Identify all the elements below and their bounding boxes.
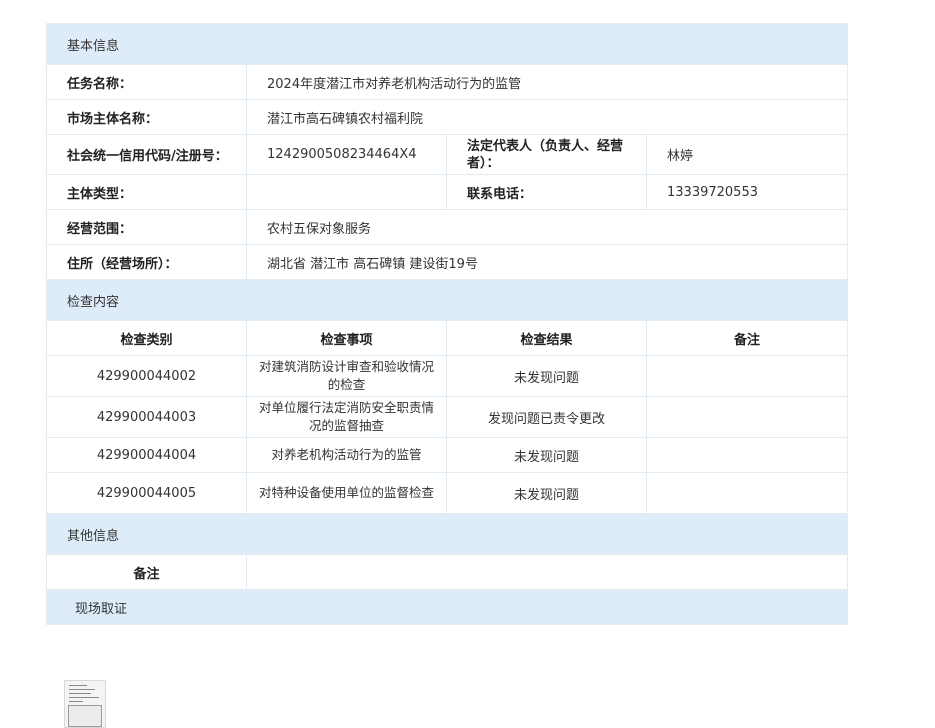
row-note xyxy=(645,437,849,473)
row-note xyxy=(645,472,849,514)
row-category: 429900044004 xyxy=(46,437,247,473)
thumb-line xyxy=(69,697,99,698)
table-row: 429900044004 对养老机构活动行为的监管 未发现问题 xyxy=(46,437,849,473)
entity-name-value: 潜江市高石碑镇农村福利院 xyxy=(245,99,849,135)
entity-type-value xyxy=(246,174,447,210)
address-value: 湖北省 潜江市 高石碑镇 建设街19号 xyxy=(245,244,849,280)
inspection-record: 基本信息 任务名称： 2024年度潜江市对养老机构活动行为的监管 市场主体名称：… xyxy=(45,23,849,625)
phone-label: 联系电话： xyxy=(446,174,647,210)
row-item: 对单位履行法定消防安全职责情况的监督抽查 xyxy=(246,396,447,438)
task-name-value: 2024年度潜江市对养老机构活动行为的监管 xyxy=(245,64,849,100)
entity-name-label: 市场主体名称： xyxy=(46,99,247,135)
section-other-info: 其他信息 xyxy=(45,513,849,555)
evidence-photo-thumbnail[interactable] xyxy=(64,680,106,728)
section-basic-info: 基本信息 xyxy=(45,23,849,65)
row-result: 发现问题已责令更改 xyxy=(446,396,647,438)
row-result: 未发现问题 xyxy=(446,437,647,473)
row-note xyxy=(645,396,849,438)
record-table: 基本信息 任务名称： 2024年度潜江市对养老机构活动行为的监管 市场主体名称：… xyxy=(45,23,849,625)
section-evidence: 现场取证 xyxy=(45,589,849,625)
row-result: 未发现问题 xyxy=(446,355,647,397)
row-other-note: 备注 xyxy=(46,554,849,590)
table-row: 429900044003 对单位履行法定消防安全职责情况的监督抽查 发现问题已责… xyxy=(46,396,849,438)
row-credit-code: 社会统一信用代码/注册号： 1242900508234464X4 法定代表人（负… xyxy=(46,134,849,175)
thumb-line xyxy=(69,693,91,694)
header-note: 备注 xyxy=(645,320,849,356)
credit-code-label: 社会统一信用代码/注册号： xyxy=(46,134,247,175)
scope-value: 农村五保对象服务 xyxy=(245,209,849,245)
table-row: 429900044002 对建筑消防设计审查和验收情况的检查 未发现问题 xyxy=(46,355,849,397)
legal-rep-value: 林婷 xyxy=(645,134,849,175)
row-address: 住所（经营场所）： 湖北省 潜江市 高石碑镇 建设街19号 xyxy=(46,244,849,280)
phone-value: 13339720553 xyxy=(645,174,849,210)
row-entity-type: 主体类型： 联系电话： 13339720553 xyxy=(46,174,849,210)
row-scope: 经营范围： 农村五保对象服务 xyxy=(46,209,849,245)
section-title: 检查内容 xyxy=(45,279,849,321)
row-category: 429900044005 xyxy=(46,472,247,514)
table-row: 429900044005 对特种设备使用单位的监督检查 未发现问题 xyxy=(46,472,849,514)
entity-type-label: 主体类型： xyxy=(46,174,247,210)
row-result: 未发现问题 xyxy=(446,472,647,514)
row-category: 429900044003 xyxy=(46,396,247,438)
section-inspection: 检查内容 xyxy=(45,279,849,321)
other-note-label: 备注 xyxy=(46,554,247,590)
row-category: 429900044002 xyxy=(46,355,247,397)
row-entity-name: 市场主体名称： 潜江市高石碑镇农村福利院 xyxy=(46,99,849,135)
thumb-line xyxy=(69,689,95,690)
row-note xyxy=(645,355,849,397)
row-task-name: 任务名称： 2024年度潜江市对养老机构活动行为的监管 xyxy=(46,64,849,100)
other-note-value xyxy=(245,554,849,590)
section-title: 现场取证 xyxy=(45,589,849,625)
scope-label: 经营范围： xyxy=(46,209,247,245)
thumb-line xyxy=(69,685,87,686)
header-category: 检查类别 xyxy=(46,320,247,356)
header-item: 检查事项 xyxy=(246,320,447,356)
section-title: 基本信息 xyxy=(45,23,849,65)
row-item: 对养老机构活动行为的监管 xyxy=(246,437,447,473)
legal-rep-label: 法定代表人（负责人、经营者）： xyxy=(446,134,647,175)
row-item: 对建筑消防设计审查和验收情况的检查 xyxy=(246,355,447,397)
inspection-header-row: 检查类别 检查事项 检查结果 备注 xyxy=(46,320,849,356)
credit-code-value: 1242900508234464X4 xyxy=(246,134,447,175)
header-result: 检查结果 xyxy=(446,320,647,356)
thumb-line xyxy=(69,701,83,702)
task-name-label: 任务名称： xyxy=(46,64,247,100)
section-title: 其他信息 xyxy=(45,513,849,555)
row-item: 对特种设备使用单位的监督检查 xyxy=(246,472,447,514)
address-label: 住所（经营场所）： xyxy=(46,244,247,280)
thumb-table xyxy=(68,705,102,727)
